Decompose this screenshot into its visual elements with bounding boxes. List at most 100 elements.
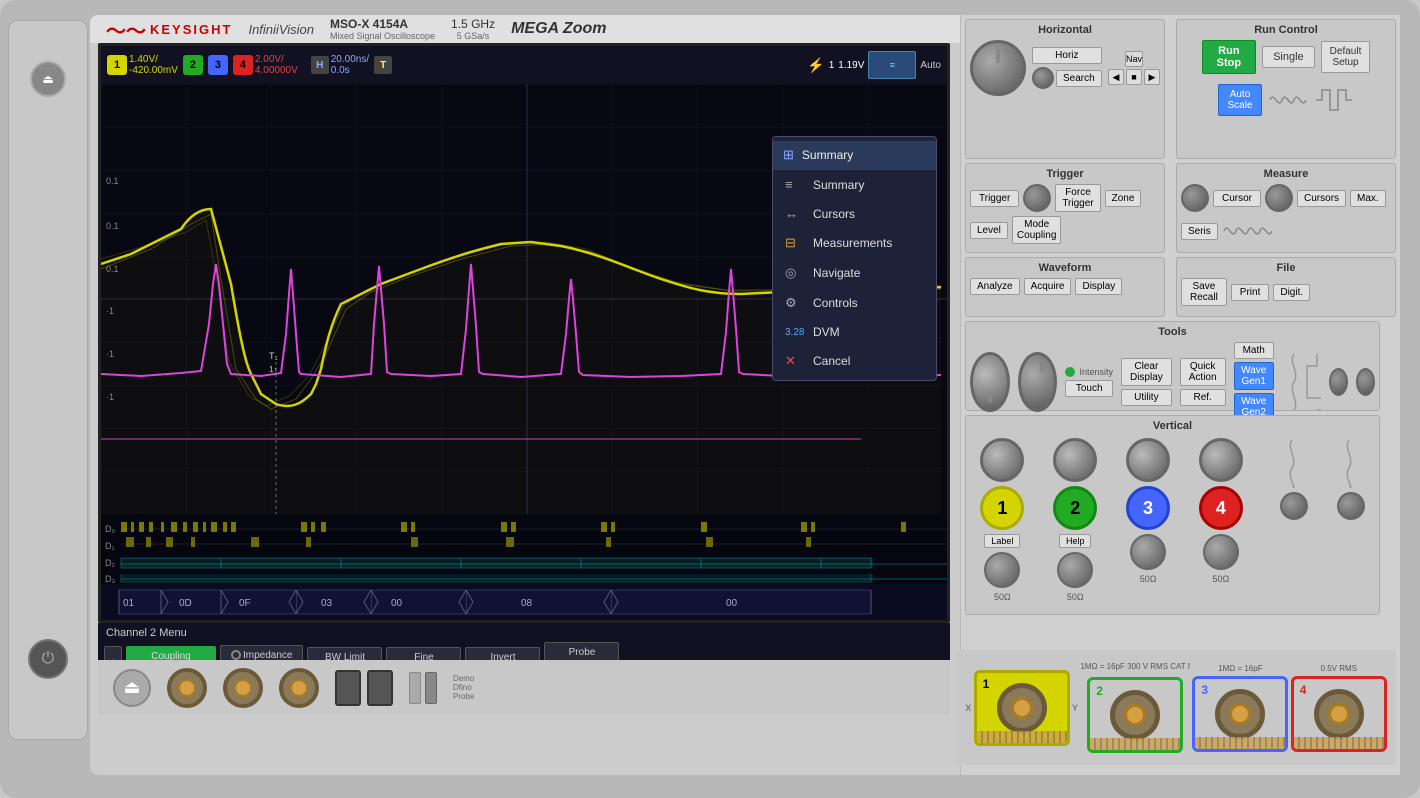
power-button[interactable]: ⏻: [28, 639, 68, 679]
ch1-channel-button[interactable]: 1: [980, 486, 1024, 530]
ch4-bnc[interactable]: [1314, 689, 1364, 739]
summary-screen-button[interactable]: ≡: [868, 51, 916, 79]
level-button[interactable]: Level: [970, 222, 1008, 239]
force-trigger-button[interactable]: ForceTrigger: [1055, 184, 1100, 212]
measure-knob-2[interactable]: [1265, 184, 1293, 212]
ch3-ohm-label: 50Ω: [1140, 574, 1157, 584]
eject-button[interactable]: ⏏: [30, 61, 66, 97]
ch2-badge[interactable]: 2: [183, 55, 203, 75]
menu-item-measurements[interactable]: ⊟ Measurements: [773, 228, 936, 258]
right-knob-2[interactable]: [1356, 368, 1375, 396]
navigate-button[interactable]: Nav: [1125, 51, 1143, 67]
vert-right-knob-2[interactable]: [1337, 492, 1365, 520]
nav-right-button[interactable]: ▶: [1144, 69, 1160, 85]
acquire-button[interactable]: Acquire: [1024, 278, 1072, 295]
default-setup-button[interactable]: DefaultSetup: [1321, 41, 1371, 73]
ch3-volts-knob[interactable]: [1126, 438, 1170, 482]
run-stop-button[interactable]: RunStop: [1202, 40, 1256, 74]
wave-gen1-button[interactable]: WaveGen1: [1234, 362, 1274, 390]
auto-scale-button[interactable]: AutoScale: [1218, 84, 1261, 116]
menu-item-cancel[interactable]: ✕ Cancel: [773, 346, 936, 376]
usb-port-1[interactable]: [335, 670, 361, 706]
menu-item-navigate[interactable]: ◎ Navigate: [773, 258, 936, 288]
clear-display-button[interactable]: ClearDisplay: [1121, 358, 1172, 386]
cursor-btn[interactable]: Cursor: [1213, 190, 1261, 207]
ch4-badge[interactable]: 4: [233, 55, 253, 75]
ch3-pos-knob[interactable]: [1130, 534, 1166, 570]
ch2-channel-button[interactable]: 2: [1053, 486, 1097, 530]
ch2-help-button[interactable]: Help: [1059, 534, 1092, 548]
ch4-channel-button[interactable]: 4: [1199, 486, 1243, 530]
ch4-volts-knob[interactable]: [1199, 438, 1243, 482]
ch2-input-box[interactable]: 2: [1087, 677, 1183, 753]
keysight-logo: 〜〜 KEYSIGHT: [106, 15, 232, 44]
ch1-pos-knob[interactable]: [984, 552, 1020, 588]
waveform-section: Waveform Analyze Acquire Display: [965, 257, 1165, 317]
ch2-pos-knob[interactable]: [1057, 552, 1093, 588]
measurements-icon: ⊟: [785, 235, 803, 251]
search-knob[interactable]: [1032, 67, 1054, 89]
right-squiggle-1: [1282, 352, 1298, 412]
bnc-port-1[interactable]: [167, 668, 207, 708]
horiz-button[interactable]: Horiz: [1032, 47, 1102, 64]
nav-left-button[interactable]: ◀: [1108, 69, 1124, 85]
ch3-bnc[interactable]: [1215, 689, 1265, 739]
horizontal-main-knob[interactable]: [970, 40, 1026, 96]
ch1-volts-knob[interactable]: [980, 438, 1024, 482]
ch3-channel-button[interactable]: 3: [1126, 486, 1170, 530]
ch1-volts: 1.40V/: [129, 54, 178, 65]
trigger-button[interactable]: Trigger: [970, 190, 1019, 207]
vert-right-knob[interactable]: [1280, 492, 1308, 520]
menu-item-summary[interactable]: ≡ Summary: [773, 170, 936, 199]
ch3-badge[interactable]: 3: [208, 55, 228, 75]
ch1-label-button[interactable]: Label: [984, 534, 1020, 548]
display-button[interactable]: Display: [1075, 278, 1122, 295]
usb-eject-btn[interactable]: ⏏: [113, 669, 151, 707]
cancel-label: Cancel: [813, 354, 850, 368]
summary-tab-btn[interactable]: ⊞ Summary: [773, 141, 936, 170]
max-btn[interactable]: Max.: [1350, 190, 1386, 207]
math-button[interactable]: Math: [1234, 342, 1274, 359]
intensity-waveform-knob[interactable]: [970, 352, 1010, 412]
menu-item-cursors[interactable]: ↔ Cursors: [773, 199, 936, 228]
bnc-port-3[interactable]: [279, 668, 319, 708]
ch4-input-box[interactable]: 4: [1291, 676, 1387, 752]
print-button[interactable]: Print: [1231, 284, 1270, 301]
series-btn[interactable]: Seris: [1181, 223, 1218, 240]
bnc-port-2[interactable]: [223, 668, 263, 708]
ch1-bnc[interactable]: [997, 683, 1047, 733]
measure-knob[interactable]: [1181, 184, 1209, 212]
zone-button[interactable]: Zone: [1105, 190, 1142, 207]
ch3-input-box[interactable]: 3: [1192, 676, 1288, 752]
save-recall-button[interactable]: SaveRecall: [1181, 278, 1227, 306]
digit-button[interactable]: Digit.: [1273, 284, 1310, 301]
ch4-pos-knob[interactable]: [1203, 534, 1239, 570]
search-button[interactable]: Search: [1056, 70, 1102, 87]
trig-voltage: 1.19V: [838, 60, 864, 71]
ch1-indicator[interactable]: 1 1.40V/ -420.00mV: [107, 54, 178, 76]
waveform-decoration-2: [1314, 80, 1354, 120]
ch2-volts-knob[interactable]: [1053, 438, 1097, 482]
menu-item-controls[interactable]: ⚙ Controls: [773, 288, 936, 318]
nav-stop-button[interactable]: ■: [1126, 69, 1142, 85]
impedance-radio: [231, 650, 241, 660]
intensity-grid-knob[interactable]: [1018, 352, 1058, 412]
analyze-button[interactable]: Analyze: [970, 278, 1020, 295]
cursors-btn[interactable]: Cursors: [1297, 190, 1346, 207]
ch2-bnc[interactable]: [1110, 690, 1160, 740]
touch-button[interactable]: Touch: [1065, 380, 1113, 397]
single-button[interactable]: Single: [1262, 46, 1315, 68]
menu-item-dvm[interactable]: 3.28 DVM: [773, 318, 936, 346]
svg-text:00: 00: [726, 598, 738, 609]
trigger-level-knob[interactable]: [1023, 184, 1051, 212]
usb-port-2[interactable]: [367, 670, 393, 706]
utility-button[interactable]: Utility: [1121, 389, 1172, 406]
ch4-indicator[interactable]: 4 2.00V/ 4.00000V: [233, 54, 298, 76]
x-label: X: [965, 703, 971, 713]
ch1-badge[interactable]: 1: [107, 55, 127, 75]
quick-action-button[interactable]: QuickAction: [1180, 358, 1226, 386]
right-knob-1[interactable]: [1329, 368, 1348, 396]
ref-button[interactable]: Ref.: [1180, 389, 1226, 406]
ch1-input-box[interactable]: 1: [974, 670, 1070, 746]
mode-coupling-button[interactable]: ModeCoupling: [1012, 216, 1061, 244]
